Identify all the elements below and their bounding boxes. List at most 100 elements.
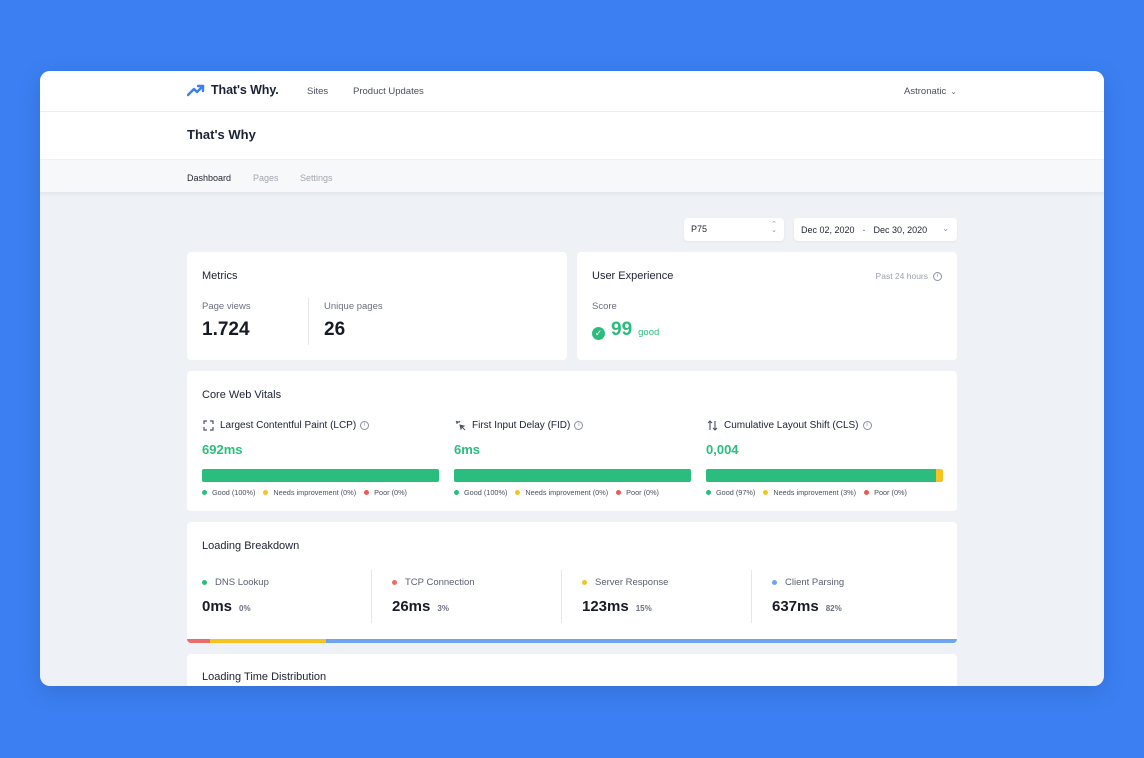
divider: [751, 570, 752, 623]
score-rating: good: [638, 327, 660, 338]
page-views-stat: Page views 1.724: [202, 301, 251, 341]
percentile-value: P75: [691, 224, 708, 234]
breakdown-bar-server: [210, 639, 326, 643]
client-dot: [772, 580, 777, 585]
legend-good: Good (100%): [464, 488, 508, 497]
bar-segment-good: [706, 469, 936, 482]
breakdown-client: Client Parsing 637ms 82%: [772, 570, 957, 626]
card-title: Metrics: [202, 270, 238, 282]
tcp-dot: [392, 580, 397, 585]
page-tabs: Dashboard Pages Settings: [40, 159, 1104, 193]
poor-dot: [864, 490, 870, 495]
bar-segment-needs-improvement: [935, 469, 943, 482]
legend-needs-improvement: Needs improvement (0%): [273, 488, 357, 497]
chevron-down-icon: ⌄: [942, 224, 949, 233]
user-experience-card: User Experience Past 24 hours i Score ✓ …: [577, 252, 957, 360]
info-icon[interactable]: i: [933, 271, 942, 281]
chevron-down-icon: ⌄: [950, 87, 957, 96]
vital-distribution-bar: [202, 469, 439, 482]
breakdown-value: 123ms: [582, 598, 629, 615]
date-from: Dec 02, 2020: [801, 224, 855, 235]
page-header: That's Why: [40, 112, 1104, 159]
good-dot: [202, 490, 207, 495]
score-value: 99: [611, 319, 633, 340]
breakdown-name: DNS Lookup: [215, 577, 269, 588]
trending-up-icon: [187, 84, 205, 97]
vital-legend: Good (100%) Needs improvement (0%) Poor …: [202, 488, 439, 497]
percentile-select[interactable]: P75 ⌃ ⌄: [684, 218, 784, 241]
breakdown-percent: 15%: [635, 604, 652, 613]
poor-dot: [364, 490, 370, 495]
breakdown-value: 637ms: [772, 598, 819, 615]
period-indicator: Past 24 hours i: [876, 271, 942, 281]
vital-name: Largest Contentful Paint (LCP): [220, 419, 357, 431]
legend-poor: Poor (0%): [874, 488, 907, 497]
breakdown-value: 0ms: [202, 598, 233, 615]
tab-pages[interactable]: Pages: [253, 173, 279, 183]
divider: [561, 570, 562, 623]
card-title: Loading Breakdown: [202, 540, 300, 552]
date-separator: -: [862, 224, 866, 235]
expand-icon: [202, 419, 214, 431]
breakdown-percent: 3%: [437, 604, 449, 613]
breakdown-bar-client: [325, 639, 957, 643]
card-title: Core Web Vitals: [202, 389, 282, 401]
vital-distribution-bar: [706, 469, 943, 482]
breakdown-stacked-bar: [187, 639, 957, 643]
dns-dot: [202, 580, 207, 585]
good-dot: [454, 490, 459, 495]
unique-pages-value: 26: [324, 319, 346, 340]
legend-good: Good (97%): [716, 488, 756, 497]
unique-pages-stat: Unique pages 26: [324, 301, 383, 341]
page-views-label: Page views: [202, 301, 251, 312]
breakdown-dns: DNS Lookup 0ms 0%: [202, 570, 392, 626]
chevron-up-down-icon: ⌃ ⌄: [771, 221, 777, 234]
check-circle-icon: ✓: [592, 327, 605, 340]
card-title: Loading Time Distribution: [202, 671, 327, 683]
legend-good: Good (100%): [212, 488, 256, 497]
divider: [308, 298, 309, 345]
vital-cls: Cumulative Layout Shift (CLS) i 0,004 Go…: [706, 419, 943, 497]
breakdown-tcp: TCP Connection 26ms 3%: [392, 570, 582, 626]
vital-value: 692ms: [202, 442, 243, 457]
brand-name: That's Why.: [211, 83, 279, 97]
core-web-vitals-card: Core Web Vitals Largest Contentful Paint…: [187, 371, 957, 511]
vital-value: 6ms: [454, 442, 481, 457]
nav-link-sites[interactable]: Sites: [307, 86, 328, 97]
bar-segment-good: [454, 469, 691, 482]
vital-name: First Input Delay (FID): [472, 419, 571, 431]
nav-link-product-updates[interactable]: Product Updates: [353, 86, 424, 97]
breakdown-percent: 82%: [825, 604, 842, 613]
score-label: Score: [592, 301, 617, 312]
legend-poor: Poor (0%): [374, 488, 407, 497]
vital-legend: Good (100%) Needs improvement (0%) Poor …: [454, 488, 691, 497]
tab-dashboard[interactable]: Dashboard: [187, 173, 231, 183]
account-menu[interactable]: Astronatic ⌄: [904, 86, 957, 97]
score-stat: Score ✓ 99 good: [592, 301, 659, 341]
good-dot: [706, 490, 711, 495]
info-icon[interactable]: i: [574, 420, 584, 430]
vital-legend: Good (97%) Needs improvement (3%) Poor (…: [706, 488, 943, 497]
legend-needs-improvement: Needs improvement (0%): [525, 488, 609, 497]
metrics-card: Metrics Page views 1.724 Unique pages 26: [187, 252, 567, 360]
needs-improvement-dot: [263, 490, 269, 495]
breakdown-server: Server Response 123ms 15%: [582, 570, 772, 626]
page-views-value: 1.724: [202, 319, 250, 340]
tab-settings[interactable]: Settings: [300, 173, 333, 183]
date-range-picker[interactable]: Dec 02, 2020 - Dec 30, 2020 ⌄: [794, 218, 957, 241]
legend-needs-improvement: Needs improvement (3%): [773, 488, 857, 497]
breakdown-name: Server Response: [595, 577, 669, 588]
shift-arrows-icon: [706, 419, 718, 431]
breakdown-name: Client Parsing: [785, 577, 845, 588]
date-to: Dec 30, 2020: [873, 224, 928, 235]
info-icon[interactable]: i: [360, 420, 370, 430]
info-icon[interactable]: i: [862, 420, 872, 430]
loading-breakdown-card: Loading Breakdown DNS Lookup 0ms 0% TCP C…: [187, 522, 957, 643]
divider: [371, 570, 372, 623]
poor-dot: [616, 490, 622, 495]
top-navbar: That's Why. Sites Product Updates Astron…: [40, 71, 1104, 112]
needs-improvement-dot: [763, 490, 769, 495]
brand-logo[interactable]: That's Why.: [187, 83, 279, 97]
page-title: That's Why: [187, 127, 256, 142]
vital-lcp: Largest Contentful Paint (LCP) i 692ms G…: [202, 419, 439, 497]
